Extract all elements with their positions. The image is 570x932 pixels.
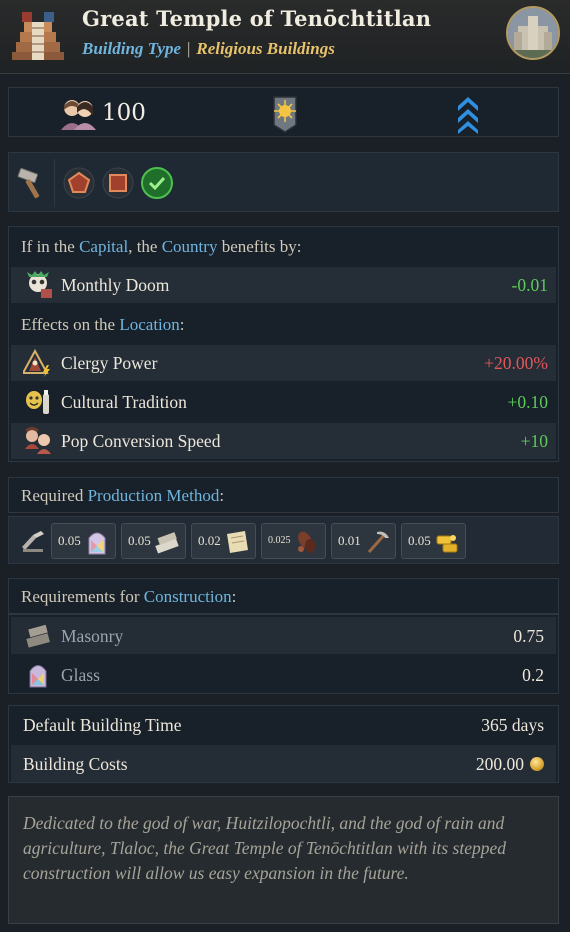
subtitle-separator: | <box>187 39 191 58</box>
resource-label: Masonry <box>61 626 124 646</box>
building-portrait-icon <box>506 6 560 60</box>
estate-banner-icon[interactable] <box>271 95 299 133</box>
glass-icon <box>88 532 106 555</box>
capital-prefix: If in the <box>21 237 80 256</box>
effect-value: -0.01 <box>511 275 548 295</box>
building-title: Great Temple of Tenōchtitlan <box>82 6 432 31</box>
building-flags-row <box>8 152 559 212</box>
building-level-icon[interactable] <box>456 94 480 134</box>
input-chip-tools[interactable]: 0.01 <box>331 523 396 559</box>
conversion-icon <box>25 427 51 454</box>
construction-time-cost: Default Building Time 365 days Building … <box>8 705 559 783</box>
pentagon-icon[interactable] <box>63 167 95 199</box>
construction-requirements: Masonry 0.75 Glass 0.2 <box>8 614 559 694</box>
gold-coin-icon <box>530 757 544 771</box>
building-cost-value-wrap: 200.00 <box>476 754 544 775</box>
location-prefix: Effects on the <box>21 315 120 334</box>
effects-panel: If in the Capital, the Country benefits … <box>8 226 559 462</box>
input-amount: 0.05 <box>58 533 81 548</box>
effect-label: Clergy Power <box>61 353 158 373</box>
temple-building-icon <box>12 12 64 60</box>
culture-icon <box>26 390 49 414</box>
square-icon[interactable] <box>102 167 134 199</box>
doom-icon <box>27 271 52 298</box>
effect-value: +0.10 <box>507 392 549 412</box>
approved-check-icon[interactable] <box>141 167 173 199</box>
resource-value: 0.2 <box>522 665 544 685</box>
building-time-label: Default Building Time <box>23 715 182 735</box>
location-suffix: : <box>179 315 185 334</box>
masonry-icon <box>155 532 179 554</box>
effect-row-cultural-tradition: Cultural Tradition +0.10 <box>11 384 556 420</box>
masonry-icon <box>26 624 50 648</box>
input-chip-masonry[interactable]: 0.05 <box>121 523 186 559</box>
gold-icon <box>436 535 458 553</box>
input-amount: 0.05 <box>128 533 151 548</box>
production-method-row: 0.05 0.05 0.02 0.025 0.01 0.05 <box>8 516 559 564</box>
location-effects-heading: Effects on the Location: <box>21 315 185 335</box>
input-amount: 0.02 <box>198 533 221 548</box>
effect-row-clergy-power: Clergy Power +20.00% <box>11 345 556 381</box>
input-amount: 0.01 <box>338 533 361 548</box>
population-icon <box>61 100 96 130</box>
effect-label: Cultural Tradition <box>61 392 187 412</box>
construction-prefix: Requirements for <box>21 587 144 606</box>
input-amount: 0.025 <box>268 535 291 546</box>
tooltip-header: Great Temple of Tenōchtitlan Building Ty… <box>0 0 570 74</box>
production-method-heading-panel: Required Production Method: <box>8 477 559 513</box>
paper-icon <box>227 531 248 553</box>
icon-divider <box>54 159 55 207</box>
building-description-panel: Dedicated to the god of war, Huitzilopoc… <box>8 796 559 924</box>
building-type-value[interactable]: Religious Buildings <box>196 39 334 58</box>
building-time-row: Default Building Time 365 days <box>11 706 556 743</box>
hammer-icon[interactable] <box>15 165 49 199</box>
effect-value: +10 <box>520 431 548 451</box>
capital-effects-heading: If in the Capital, the Country benefits … <box>21 237 302 257</box>
glass-icon <box>29 665 47 688</box>
effect-value: +20.00% <box>484 353 548 373</box>
input-chip-cocoa[interactable]: 0.025 <box>261 523 326 559</box>
construction-row-masonry: Masonry 0.75 <box>11 617 556 654</box>
construction-heading-panel: Requirements for Construction: <box>8 578 559 614</box>
effect-row-pop-conversion: Pop Conversion Speed +10 <box>11 423 556 459</box>
country-link[interactable]: Country <box>162 237 218 256</box>
capital-link[interactable]: Capital <box>79 237 128 256</box>
production-method-icon[interactable] <box>19 527 47 555</box>
production-prefix: Required <box>21 486 88 505</box>
population-value: 100 <box>102 100 146 126</box>
resource-label: Glass <box>61 665 100 685</box>
building-description: Dedicated to the god of war, Huitzilopoc… <box>23 813 507 883</box>
construction-row-glass: Glass 0.2 <box>11 656 556 693</box>
input-chip-paper[interactable]: 0.02 <box>191 523 256 559</box>
capital-mid: , the <box>128 237 162 256</box>
building-cost-label: Building Costs <box>23 754 128 774</box>
construction-suffix: : <box>231 587 237 606</box>
tools-icon <box>367 531 389 553</box>
capital-suffix: benefits by: <box>217 237 302 256</box>
resource-value: 0.75 <box>513 626 544 646</box>
input-amount: 0.05 <box>408 533 431 548</box>
clergy-icon <box>23 349 50 377</box>
effect-row-monthly-doom: Monthly Doom -0.01 <box>11 267 556 303</box>
effect-label: Monthly Doom <box>61 275 170 295</box>
building-time-value: 365 days <box>481 715 544 735</box>
production-suffix: : <box>219 486 225 505</box>
production-method-link[interactable]: Production Method <box>88 486 220 505</box>
building-type-label[interactable]: Building Type <box>82 39 181 58</box>
construction-link[interactable]: Construction <box>144 587 232 606</box>
input-chip-glass[interactable]: 0.05 <box>51 523 116 559</box>
construction-heading: Requirements for Construction: <box>21 587 236 607</box>
effect-label: Pop Conversion Speed <box>61 431 221 451</box>
cocoa-icon <box>298 531 315 553</box>
building-cost-row: Building Costs 200.00 <box>11 745 556 782</box>
production-method-heading: Required Production Method: <box>21 486 224 506</box>
building-subtitle: Building Type | Religious Buildings <box>82 39 335 59</box>
input-chip-gold[interactable]: 0.05 <box>401 523 466 559</box>
location-link[interactable]: Location <box>119 315 179 334</box>
building-stats-bar: 100 <box>8 87 559 137</box>
building-cost-value: 200.00 <box>475 754 524 774</box>
